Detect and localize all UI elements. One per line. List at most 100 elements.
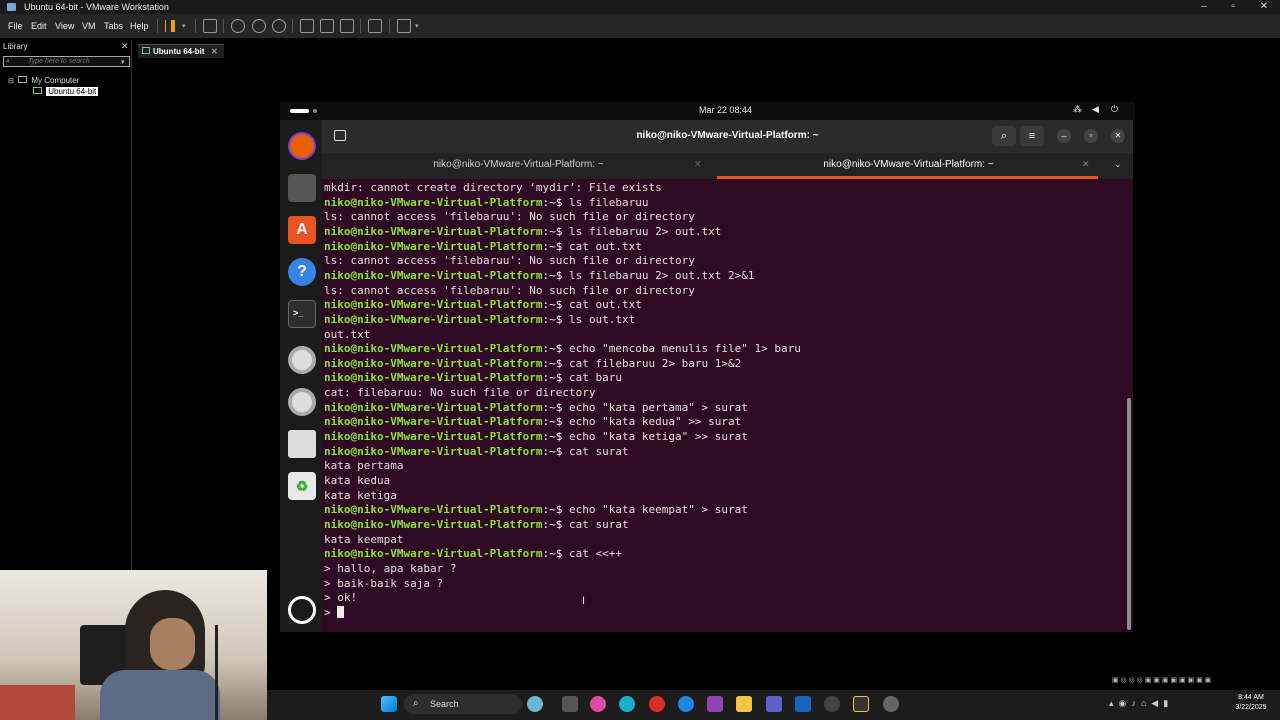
lync-icon[interactable] [795,696,811,712]
show-apps-icon[interactable] [288,596,316,624]
pause-icon[interactable] [165,20,169,32]
browser-icon[interactable] [619,696,635,712]
console-view-icon[interactable] [368,19,382,33]
chrome-icon[interactable] [649,696,665,712]
taskbar-search[interactable]: ⌕ Search [404,694,522,714]
minimize-button[interactable]: – [1196,0,1212,14]
thumbnail-view-icon[interactable] [320,19,334,33]
dvd-drive-icon[interactable] [288,388,316,416]
terminal-output-line: > baik-baik saja ? [324,576,444,590]
github-icon[interactable] [824,696,840,712]
menu-file[interactable]: File [8,21,23,31]
menu-edit[interactable]: Edit [31,21,47,31]
terminal-headerbar: niko@niko-VMware-Virtual-Platform: ~ ⌕ ≡… [322,120,1133,153]
tab-1-close-icon[interactable]: ✕ [694,159,702,170]
library-panel: Library ✕ Type here to search ⌕ ▾ ⊟ My C… [0,40,132,570]
vm-status-icons[interactable]: ▣ ◎ ◎ ◎ ▣ ▣ ▣ ▣ ▣ ▣ ▣ ▣ [1112,676,1255,686]
vmware-menubar: File Edit View VM Tabs Help ▾ ▾ [0,14,1280,38]
terminal-command-line: niko@niko-VMware-Virtual-Platform:~$ cat… [324,547,622,562]
workspace-indicator-icon[interactable] [290,109,309,113]
terminal-command-line: niko@niko-VMware-Virtual-Platform:~$ cat… [324,371,622,386]
send-ctrl-alt-del-icon[interactable] [203,19,217,33]
power-icon[interactable]: ⏻ [1111,104,1118,115]
tab-close-icon[interactable]: ✕ [211,45,218,58]
maximize-button[interactable]: ▫ [1225,0,1241,14]
terminal-maximize-button[interactable]: ▫ [1084,129,1098,143]
terminal-scrollbar[interactable] [1127,398,1131,630]
floppy-icon[interactable] [288,430,316,458]
cd-drive-icon[interactable] [288,346,316,374]
terminal-prompt: niko@niko-VMware-Virtual-Platform [324,268,543,282]
terminal-prompt: niko@niko-VMware-Virtual-Platform [324,517,543,531]
terminal-close-button[interactable]: ✕ [1111,129,1125,143]
revert-snapshot-icon[interactable] [252,19,266,33]
tree-vm-item[interactable]: Ubuntu 64-bit [33,87,99,96]
terminal-icon[interactable]: >_ [288,300,316,328]
menu-tabs[interactable]: Tabs [104,21,123,31]
search-dropdown-icon[interactable]: ▾ [121,58,125,66]
search-icon: ⌕ [413,698,419,709]
tree-my-computer[interactable]: ⊟ My Computer [8,76,79,85]
stretch-guest-icon[interactable] [397,19,411,33]
teams-icon[interactable] [766,696,782,712]
library-view-icon[interactable] [300,19,314,33]
terminal-command-text: echo "kata pertama" > surat [569,400,748,414]
gnome-clock[interactable]: Mar 22 08:44 [699,105,752,115]
terminal-output[interactable]: mkdir: cannot create directory ‘mydir’: … [322,179,1133,632]
snapshot-icon[interactable] [231,19,245,33]
terminal-tab-2[interactable]: niko@niko-VMware-Virtual-Platform: ~ ✕ [717,153,1100,179]
system-tray-icons[interactable]: ▴◉♪⌂◀▮ [1109,698,1173,709]
terminal-tab-1[interactable]: niko@niko-VMware-Virtual-Platform: ~ ✕ [322,153,715,179]
tab-ubuntu-vm[interactable]: Ubuntu 64-bit ✕ [138,44,224,58]
windows-start-icon[interactable] [381,696,397,712]
help-icon[interactable]: ? [288,258,316,286]
menu-vm[interactable]: VM [82,21,96,31]
terminal-output-line: ls: cannot access 'filebaruu': No such f… [324,210,695,224]
library-title: Library [3,42,28,51]
library-close-icon[interactable]: ✕ [121,41,129,52]
terminal-tab-1-label: niko@niko-VMware-Virtual-Platform: ~ [433,159,604,170]
terminal-command-line: niko@niko-VMware-Virtual-Platform:~$ ls … [324,313,635,328]
menu-icon[interactable]: ≡ [1020,126,1044,146]
terminal-cursor [337,605,345,618]
search-icon[interactable]: ⌕ [992,126,1016,146]
menu-help[interactable]: Help [130,21,149,31]
gnome-topbar: Mar 22 08:44 ⁂ ◀ ⏻ [280,102,1135,120]
collapse-icon[interactable]: ⊟ [8,78,14,85]
trash-icon[interactable]: ♻ [288,472,316,500]
pause-dropdown-icon[interactable]: ▾ [182,22,186,30]
copilot-icon[interactable] [590,696,606,712]
widgets-icon[interactable] [527,696,543,712]
library-search-input[interactable]: Type here to search [3,56,130,67]
task-view-icon[interactable] [562,696,578,712]
stretch-dropdown-icon[interactable]: ▾ [415,22,419,30]
menu-view[interactable]: View [55,21,74,31]
taskbar-clock[interactable]: 8:44 AM 3/22/2025 [1226,693,1276,713]
file-explorer-icon[interactable] [736,696,752,712]
terminal-command-line: niko@niko-VMware-Virtual-Platform:~$ ls … [324,225,721,240]
terminal-prompt: niko@niko-VMware-Virtual-Platform [324,356,543,370]
tree-root-label: My Computer [31,76,80,85]
files-icon[interactable] [288,174,316,202]
terminal-prompt-suffix: :~$ [542,298,570,312]
tab-2-close-icon[interactable]: ✕ [1082,159,1090,170]
close-window-button[interactable]: ✕ [1256,0,1272,14]
network-icon[interactable]: ⁂ [1073,104,1082,115]
terminal-minimize-button[interactable]: – [1057,129,1071,143]
copilot-365-icon[interactable] [707,696,723,712]
vmware-logo-icon [7,3,16,11]
terminal-output-line: > [324,605,345,621]
firefox-icon[interactable] [288,132,316,160]
snapshot-manager-icon[interactable] [272,19,286,33]
terminal-command-text: ls out.txt [569,312,636,326]
tabs-dropdown-icon[interactable]: ⌄ [1114,159,1122,170]
vmware-taskbar-icon[interactable] [853,696,869,712]
terminal-continuation-prompt: > [324,605,338,619]
app-center-icon[interactable]: A [288,216,316,244]
settings-icon[interactable] [883,696,899,712]
terminal-output-line: cat: filebaruu: No such file or director… [324,386,596,400]
terminal-output-line: mkdir: cannot create directory ‘mydir’: … [324,181,662,194]
volume-icon[interactable]: ◀ [1092,104,1099,115]
fullscreen-icon[interactable] [340,19,354,33]
edge-icon[interactable] [678,696,694,712]
